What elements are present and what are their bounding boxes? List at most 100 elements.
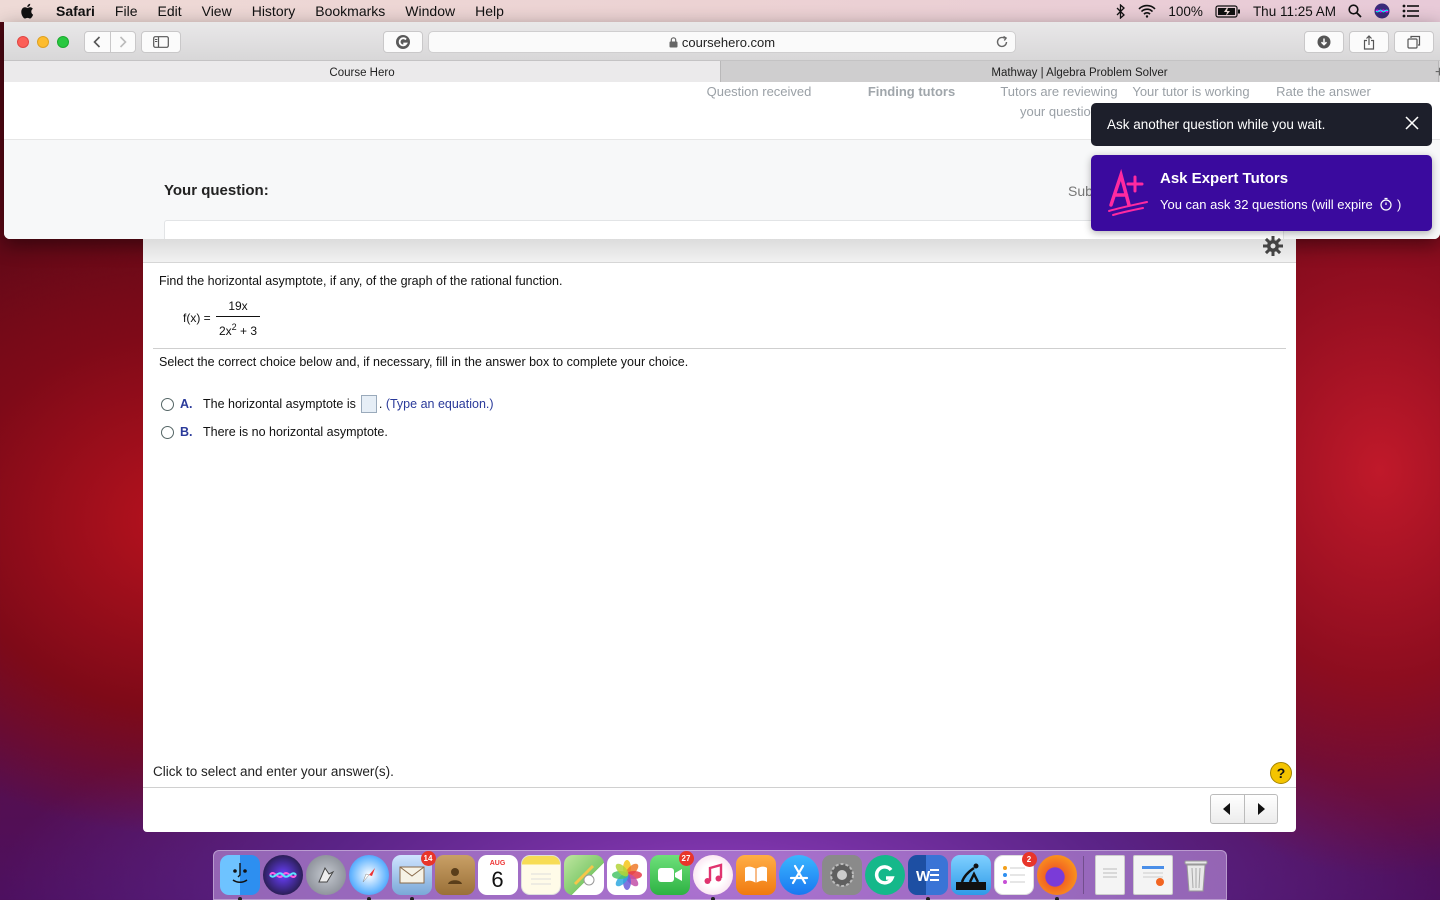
choice-letter: B. xyxy=(180,425,193,439)
dock: 14 AUG 6 27 W 2 xyxy=(213,850,1227,900)
previous-question-button[interactable] xyxy=(1211,795,1244,823)
radio-choice-a[interactable] xyxy=(161,397,174,411)
chevron-left-icon xyxy=(93,36,101,48)
reload-icon[interactable] xyxy=(995,35,1009,52)
promo-title: Ask Expert Tutors xyxy=(1160,170,1289,187)
triangle-left-icon xyxy=(1223,803,1231,815)
notes-icon[interactable] xyxy=(520,855,561,895)
books-icon[interactable] xyxy=(735,855,776,895)
choice-text: There is no horizontal asymptote. xyxy=(203,425,388,439)
divider xyxy=(153,348,1286,349)
battery-icon[interactable] xyxy=(1215,4,1241,18)
fraction: 19x 2x2 + 3 xyxy=(216,299,260,338)
facetime-icon[interactable]: 27 xyxy=(649,851,694,895)
gear-icon[interactable] xyxy=(1262,235,1284,262)
photos-icon[interactable] xyxy=(606,855,647,895)
kindle-icon[interactable] xyxy=(950,855,991,895)
fullscreen-window-button[interactable] xyxy=(57,36,69,48)
clock[interactable]: Thu 11:25 AM xyxy=(1253,4,1336,19)
triangle-right-icon xyxy=(1257,803,1265,815)
question-navigation xyxy=(1210,794,1278,824)
launchpad-icon[interactable] xyxy=(305,855,346,895)
step-finding-tutors: Finding tutors xyxy=(867,84,956,99)
downloads-button[interactable] xyxy=(1304,31,1344,53)
trash-icon[interactable] xyxy=(1176,855,1216,895)
footer-divider xyxy=(143,787,1296,788)
choice-b[interactable]: B. There is no horizontal asymptote. xyxy=(161,425,388,439)
tab-overview-icon xyxy=(1407,35,1421,49)
word-icon[interactable]: W xyxy=(907,855,948,900)
reminders-badge: 2 xyxy=(1021,852,1037,867)
itunes-icon[interactable] xyxy=(692,855,733,900)
mail-icon[interactable]: 14 xyxy=(391,851,436,900)
system-preferences-icon[interactable] xyxy=(821,855,862,895)
share-button[interactable] xyxy=(1349,31,1389,53)
apple-icon[interactable] xyxy=(20,3,36,19)
menu-app-safari[interactable]: Safari xyxy=(50,0,105,22)
numerator: 19x xyxy=(228,299,248,313)
ask-another-question-toast: Ask another question while you wait. xyxy=(1091,103,1432,146)
step-question-received: Question received xyxy=(706,84,812,99)
wifi-icon[interactable] xyxy=(1138,4,1156,18)
safari-dock-icon[interactable] xyxy=(348,855,389,900)
menu-edit[interactable]: Edit xyxy=(147,0,191,22)
minimize-window-button[interactable] xyxy=(37,36,49,48)
url-text: coursehero.com xyxy=(681,34,776,50)
ask-expert-tutors-banner[interactable]: Ask Expert Tutors You can ask 32 questio… xyxy=(1091,155,1432,231)
menu-help[interactable]: Help xyxy=(465,0,514,22)
app-store-icon[interactable] xyxy=(778,855,819,895)
promo-text: You can ask 32 questions (will expire ) xyxy=(1160,197,1401,212)
menu-view[interactable]: View xyxy=(192,0,242,22)
answer-box[interactable] xyxy=(360,395,377,413)
back-button[interactable] xyxy=(85,32,110,52)
show-tabs-button[interactable] xyxy=(1394,31,1434,53)
facetime-badge: 27 xyxy=(678,851,694,866)
calendar-icon[interactable]: AUG 6 xyxy=(477,855,518,895)
subject-label: Sub xyxy=(1068,183,1093,199)
menu-window[interactable]: Window xyxy=(395,0,465,22)
promo-close-paren: ) xyxy=(1396,197,1402,212)
radio-choice-b[interactable] xyxy=(161,425,174,439)
denominator: 2x2 + 3 xyxy=(216,320,260,338)
tab-label: Mathway | Algebra Problem Solver xyxy=(991,67,1168,79)
math-problem-panel: Find the horizontal asymptote, if any, o… xyxy=(143,236,1296,832)
menu-bookmarks[interactable]: Bookmarks xyxy=(305,0,395,22)
notification-center-icon[interactable] xyxy=(1402,4,1420,18)
maps-icon[interactable] xyxy=(563,855,604,895)
menu-history[interactable]: History xyxy=(242,0,306,22)
choice-a[interactable]: A. The horizontal asymptote is . (Type a… xyxy=(161,395,494,413)
spotlight-search-icon[interactable] xyxy=(1348,4,1362,18)
firefox-icon[interactable] xyxy=(1036,855,1077,900)
choice-hint: (Type an equation.) xyxy=(385,397,494,411)
menu-file[interactable]: File xyxy=(105,0,148,22)
tab-label: Course Hero xyxy=(329,67,395,79)
your-question-label: Your question: xyxy=(164,182,269,199)
mail-badge: 14 xyxy=(420,851,436,866)
bluetooth-icon[interactable] xyxy=(1116,3,1126,19)
forward-button[interactable] xyxy=(109,32,135,52)
dock-separator xyxy=(1083,856,1084,894)
close-window-button[interactable] xyxy=(17,36,29,48)
close-icon[interactable] xyxy=(1404,115,1420,134)
sidebar-toggle-button[interactable] xyxy=(141,31,181,53)
next-question-button[interactable] xyxy=(1243,795,1278,823)
help-button[interactable]: ? xyxy=(1270,762,1292,784)
contacts-icon[interactable] xyxy=(434,855,475,895)
grammarly-icon[interactable] xyxy=(864,855,905,895)
extension-button[interactable] xyxy=(383,31,423,53)
siri-icon[interactable] xyxy=(1374,3,1390,19)
footer-instruction: Click to select and enter your answer(s)… xyxy=(153,764,394,779)
finder-icon[interactable] xyxy=(219,855,260,900)
toast-message: Ask another question while you wait. xyxy=(1107,117,1326,132)
denominator-rest: + 3 xyxy=(236,324,258,338)
navigation-buttons xyxy=(84,31,136,53)
chevron-right-icon xyxy=(119,36,127,48)
reminders-icon[interactable]: 2 xyxy=(993,852,1037,895)
firefox-document-icon[interactable] xyxy=(1132,855,1173,895)
battery-percent[interactable]: 100% xyxy=(1168,4,1203,19)
download-icon xyxy=(1317,35,1331,49)
document-icon[interactable] xyxy=(1095,855,1125,895)
a-plus-logo-icon xyxy=(1105,168,1151,222)
address-bar[interactable]: coursehero.com xyxy=(428,31,1016,53)
siri-dock-icon[interactable] xyxy=(262,855,303,895)
